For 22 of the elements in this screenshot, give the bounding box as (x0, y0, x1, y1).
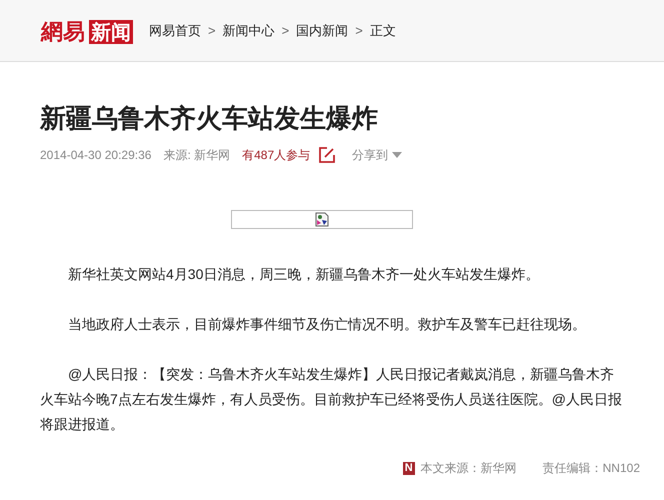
source-text: 来源: 新华网 (163, 147, 230, 164)
source-badge: N (402, 462, 415, 474)
publish-time: 2014-04-30 20:29:36 (40, 147, 152, 164)
article-paragraph: 当地政府人士表示，目前爆炸事件细节及伤亡情况不明。救护车及警车已赶往现场。 (67, 315, 587, 334)
article-paragraph: @人民日报：【突发：乌鲁木齐火车站发生爆炸】人民日报记者戴岚消息，新疆乌鲁木齐火车站今晚7点左右发生爆炸，有人员受伤。目前救护车已经将受伤人员送往医院。@人民日报将跟进报道。 (40, 365, 623, 434)
article-paragraph: 新华社英文网站4月30日消息，周三晚，新疆乌鲁木齐一处火车站发生爆炸。 (67, 265, 540, 284)
breadcrumb-separator: > (208, 22, 216, 40)
breadcrumb-link[interactable]: 网易首页 (149, 20, 201, 40)
breadcrumb-link[interactable]: 国内新闻 (296, 20, 348, 40)
logo-link[interactable]: 網易 新闻 (41, 20, 133, 44)
breadcrumb-link[interactable]: 正文 (370, 20, 396, 40)
caret-icon (392, 152, 402, 158)
participants-link[interactable]: 有487人参与 (242, 146, 310, 164)
broken-image-icon (315, 212, 329, 227)
article-source: 本文来源：新华网 (420, 460, 517, 477)
breadcrumb-link[interactable]: 新闻中心 (222, 20, 275, 40)
edit-icon[interactable] (318, 146, 336, 164)
share-button[interactable]: 分享到 (352, 146, 402, 164)
article-title: 新疆乌鲁木齐火车站发生爆炸 (40, 103, 379, 136)
editor-text: 责任编辑：NN102 (542, 460, 640, 477)
breadcrumb-separator: > (355, 22, 363, 40)
breadcrumb-separator: > (282, 22, 290, 40)
